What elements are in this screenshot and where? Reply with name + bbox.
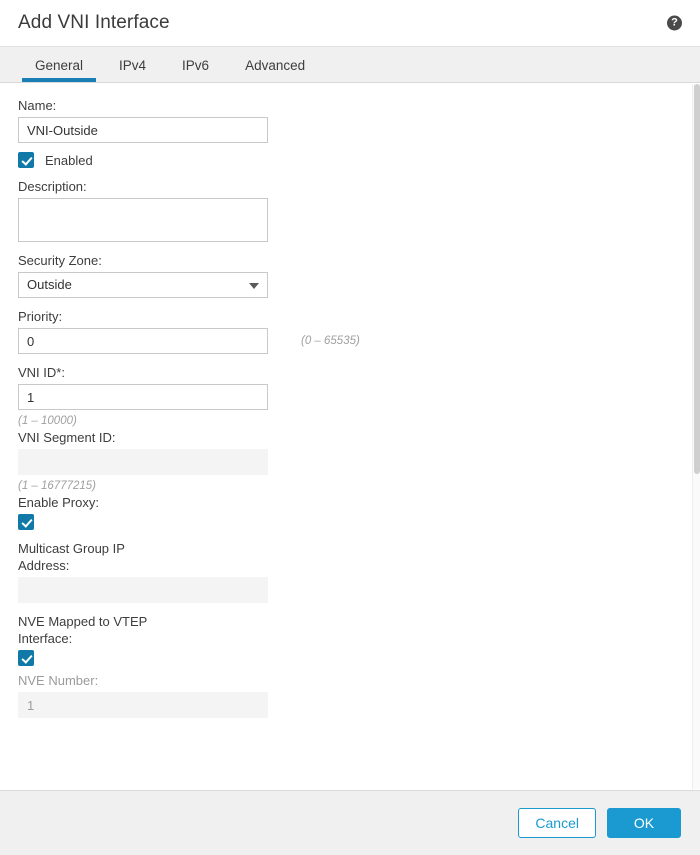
description-textarea[interactable]: [18, 198, 268, 242]
tab-general[interactable]: General: [22, 59, 97, 82]
security-zone-label: Security Zone:: [18, 253, 102, 268]
vni-id-label: VNI ID*:: [18, 365, 65, 380]
priority-label: Priority:: [18, 309, 63, 324]
field-vni-id: VNI ID*: (1 – 10000): [18, 364, 682, 429]
vni-id-input[interactable]: [18, 384, 268, 410]
enabled-checkbox-row[interactable]: Enabled: [18, 152, 682, 168]
enable-proxy-label: Enable Proxy:: [18, 495, 99, 510]
tab-ipv4[interactable]: IPv4: [106, 59, 159, 82]
tab-advanced[interactable]: Advanced: [232, 59, 318, 82]
add-vni-interface-dialog: Add VNI Interface ? General IPv4 IPv6 Ad…: [0, 0, 700, 855]
vni-segment-id-input[interactable]: [18, 449, 268, 475]
field-security-zone: Security Zone: Outside: [18, 252, 682, 298]
tab-bar: General IPv4 IPv6 Advanced: [0, 47, 700, 83]
dialog-footer: Cancel OK: [0, 790, 700, 855]
nve-mapped-checkbox[interactable]: [18, 650, 34, 666]
security-zone-select-wrap[interactable]: Outside: [18, 272, 268, 298]
description-label: Description:: [18, 179, 87, 194]
help-circle-icon[interactable]: ?: [667, 15, 682, 31]
nve-number-label: NVE Number:: [18, 673, 99, 688]
cancel-button[interactable]: Cancel: [518, 808, 596, 838]
enabled-label: Enabled: [45, 152, 93, 168]
multicast-group-ip-label: Multicast Group IP Address:: [18, 541, 125, 573]
nve-number-input[interactable]: [18, 692, 268, 718]
field-multicast-group-ip: Multicast Group IP Address:: [18, 540, 682, 603]
field-nve-number: NVE Number:: [18, 672, 682, 718]
field-nve-mapped: NVE Mapped to VTEP Interface:: [18, 613, 682, 666]
vni-id-hint: (1 – 10000): [18, 415, 77, 427]
field-enable-proxy: Enable Proxy:: [18, 494, 682, 530]
enabled-checkbox[interactable]: [18, 152, 34, 168]
vni-segment-id-hint: (1 – 16777215): [18, 480, 97, 492]
field-priority: Priority: (0 – 65535): [18, 308, 682, 354]
enable-proxy-checkbox[interactable]: [18, 514, 34, 530]
name-input[interactable]: [18, 117, 268, 143]
vni-segment-id-label: VNI Segment ID:: [18, 430, 116, 445]
field-vni-segment-id: VNI Segment ID: (1 – 16777215): [18, 429, 682, 494]
ok-button[interactable]: OK: [607, 808, 681, 838]
tab-ipv6[interactable]: IPv6: [169, 59, 222, 82]
priority-hint: (0 – 65535): [301, 335, 360, 347]
security-zone-select[interactable]: Outside: [18, 272, 268, 298]
priority-input[interactable]: [18, 328, 268, 354]
field-name: Name:: [18, 97, 682, 143]
vertical-scrollbar-thumb[interactable]: [694, 84, 700, 474]
name-label: Name:: [18, 98, 57, 113]
nve-mapped-label: NVE Mapped to VTEP Interface:: [18, 614, 148, 646]
page-title: Add VNI Interface: [18, 12, 170, 33]
field-description: Description:: [18, 178, 682, 242]
dialog-header: Add VNI Interface ?: [0, 0, 700, 47]
vertical-scrollbar-track[interactable]: [692, 84, 700, 789]
multicast-group-ip-input[interactable]: [18, 577, 268, 603]
dialog-body: Name: Enabled Description: Security Zone…: [0, 83, 700, 790]
